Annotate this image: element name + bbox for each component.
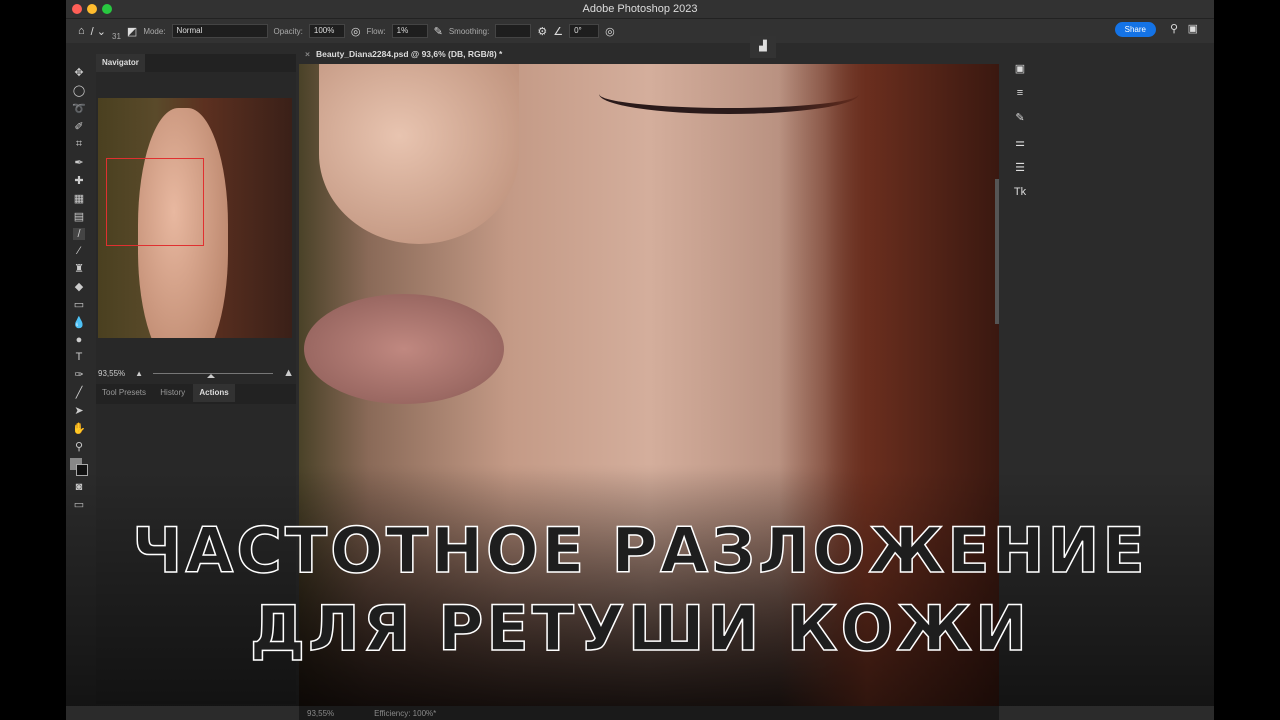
search-icon[interactable]: ⚲ (1170, 22, 1178, 35)
type-tool-icon[interactable]: T (76, 351, 83, 363)
lasso-tool-icon[interactable]: ➰ (72, 102, 86, 115)
healing-tool-icon[interactable]: ✚ (74, 174, 83, 187)
home-icon[interactable]: ⌂ (78, 25, 85, 37)
hand-tool-icon[interactable]: ✋ (72, 422, 86, 435)
sliders-icon[interactable]: ☰ (1015, 161, 1025, 174)
opacity-label: Opacity: (273, 26, 303, 36)
pen-tool-icon[interactable]: ✑ (74, 368, 83, 381)
headline-line-2: ДЛЯ РЕТУШИ КОЖИ (249, 591, 1031, 666)
frame-tool-icon[interactable]: ▤ (74, 210, 84, 223)
close-tab-icon[interactable]: × (305, 49, 310, 59)
window-title: Adobe Photoshop 2023 (582, 3, 698, 15)
status-zoom[interactable]: 93,55% (307, 709, 334, 718)
brush-tool-preset-icon[interactable]: / ⌄ (91, 25, 106, 38)
tab-actions[interactable]: Actions (193, 384, 235, 402)
path-select-tool-icon[interactable]: ➤ (74, 404, 83, 417)
close-window-button[interactable] (72, 4, 82, 14)
tab-tool-presets[interactable]: Tool Presets (96, 384, 152, 402)
workspace-icon[interactable]: ▣ (1188, 22, 1198, 35)
histogram-icon[interactable]: ▟ (750, 36, 776, 58)
brush-size[interactable]: 31 (112, 22, 121, 41)
properties-icon[interactable]: ≡ (1017, 87, 1023, 99)
share-button[interactable]: Share (1114, 22, 1156, 37)
mixer-brush-tool-icon[interactable]: ⁄ (78, 245, 80, 257)
airbrush-icon[interactable]: ✎ (434, 25, 443, 38)
gradient-tool-icon[interactable]: ▭ (74, 298, 84, 311)
quick-select-tool-icon[interactable]: ✐ (74, 120, 83, 133)
libraries-icon[interactable]: ▣ (1015, 62, 1025, 75)
smoothing-label: Smoothing: (448, 26, 490, 36)
eraser-tool-icon[interactable]: ◆ (75, 280, 83, 293)
flow-label: Flow: (366, 26, 386, 36)
right-panel-strip: ▣ ≡ ✎ ⚌ ☰ Tk (1005, 56, 1035, 256)
zoom-tool-icon[interactable]: ⚲ (75, 440, 83, 453)
line-tool-icon[interactable]: ╱ (76, 386, 83, 399)
tab-history[interactable]: History (154, 384, 191, 402)
marquee-tool-icon[interactable]: ◯ (73, 84, 85, 97)
headline-line-1: ЧАСТОТНОЕ РАЗЛОЖЕНИЕ (132, 513, 1148, 588)
minimize-window-button[interactable] (87, 4, 97, 14)
navigator-thumbnail[interactable] (98, 98, 292, 338)
gear-icon[interactable]: ⚙ (537, 25, 547, 38)
angle-input[interactable]: 0° (569, 24, 600, 38)
document-tab[interactable]: × Beauty_Diana2284.psd @ 93,6% (DB, RGB/8… (299, 44, 503, 64)
character-icon[interactable]: Tk (1014, 186, 1026, 198)
mode-label: Mode: (143, 26, 166, 36)
patch-tool-icon[interactable]: ▦ (74, 192, 84, 205)
status-bar: 93,55% Efficiency: 100%* (299, 706, 999, 720)
mode-select[interactable]: Normal (171, 24, 268, 38)
zoom-out-icon[interactable]: ▲ (135, 369, 143, 378)
smoothing-input[interactable] (495, 24, 532, 38)
tab-navigator[interactable]: Navigator (96, 54, 145, 72)
dodge-tool-icon[interactable]: ● (76, 334, 83, 346)
angle-icon: ∠ (553, 25, 564, 38)
options-bar: ⌂ / ⌄ 31 ◩ Mode: Normal Opacity: 100% ◎ … (66, 18, 1214, 43)
document-title: Beauty_Diana2284.psd @ 93,6% (DB, RGB/8)… (315, 49, 503, 59)
opacity-input[interactable]: 100% (308, 24, 345, 38)
brush-settings-panel-icon[interactable]: ✎ (1015, 111, 1024, 124)
title-bar: Adobe Photoshop 2023 (66, 0, 1214, 18)
video-title-overlay: ЧАСТОТНОЕ РАЗЛОЖЕНИЕ ДЛЯ РЕТУШИ КОЖИ (0, 512, 1280, 668)
crop-tool-icon[interactable]: ⌗ (76, 138, 82, 151)
pressure-size-icon[interactable]: ◎ (605, 25, 615, 38)
maximize-window-button[interactable] (102, 4, 112, 14)
navigator-view-box[interactable] (106, 158, 204, 246)
brush-tool-icon[interactable]: / (73, 228, 85, 240)
pressure-opacity-icon[interactable]: ◎ (351, 25, 361, 38)
status-info[interactable]: Efficiency: 100%* (374, 709, 436, 718)
flow-input[interactable]: 1% (391, 24, 428, 38)
adjustments-icon[interactable]: ⚌ (1015, 136, 1025, 149)
navigator-zoom-value[interactable]: 93,55% (98, 369, 125, 378)
stamp-tool-icon[interactable]: ♜ (74, 262, 84, 275)
blur-tool-icon[interactable]: 💧 (72, 316, 86, 329)
eyedropper-tool-icon[interactable]: ✒ (74, 156, 83, 169)
move-tool-icon[interactable]: ✥ (74, 66, 83, 79)
canvas-scrollbar[interactable] (995, 179, 999, 324)
zoom-in-icon[interactable]: ▲ (283, 367, 294, 379)
brush-settings-icon[interactable]: ◩ (127, 25, 137, 38)
navigator-zoom-slider[interactable] (153, 372, 274, 378)
